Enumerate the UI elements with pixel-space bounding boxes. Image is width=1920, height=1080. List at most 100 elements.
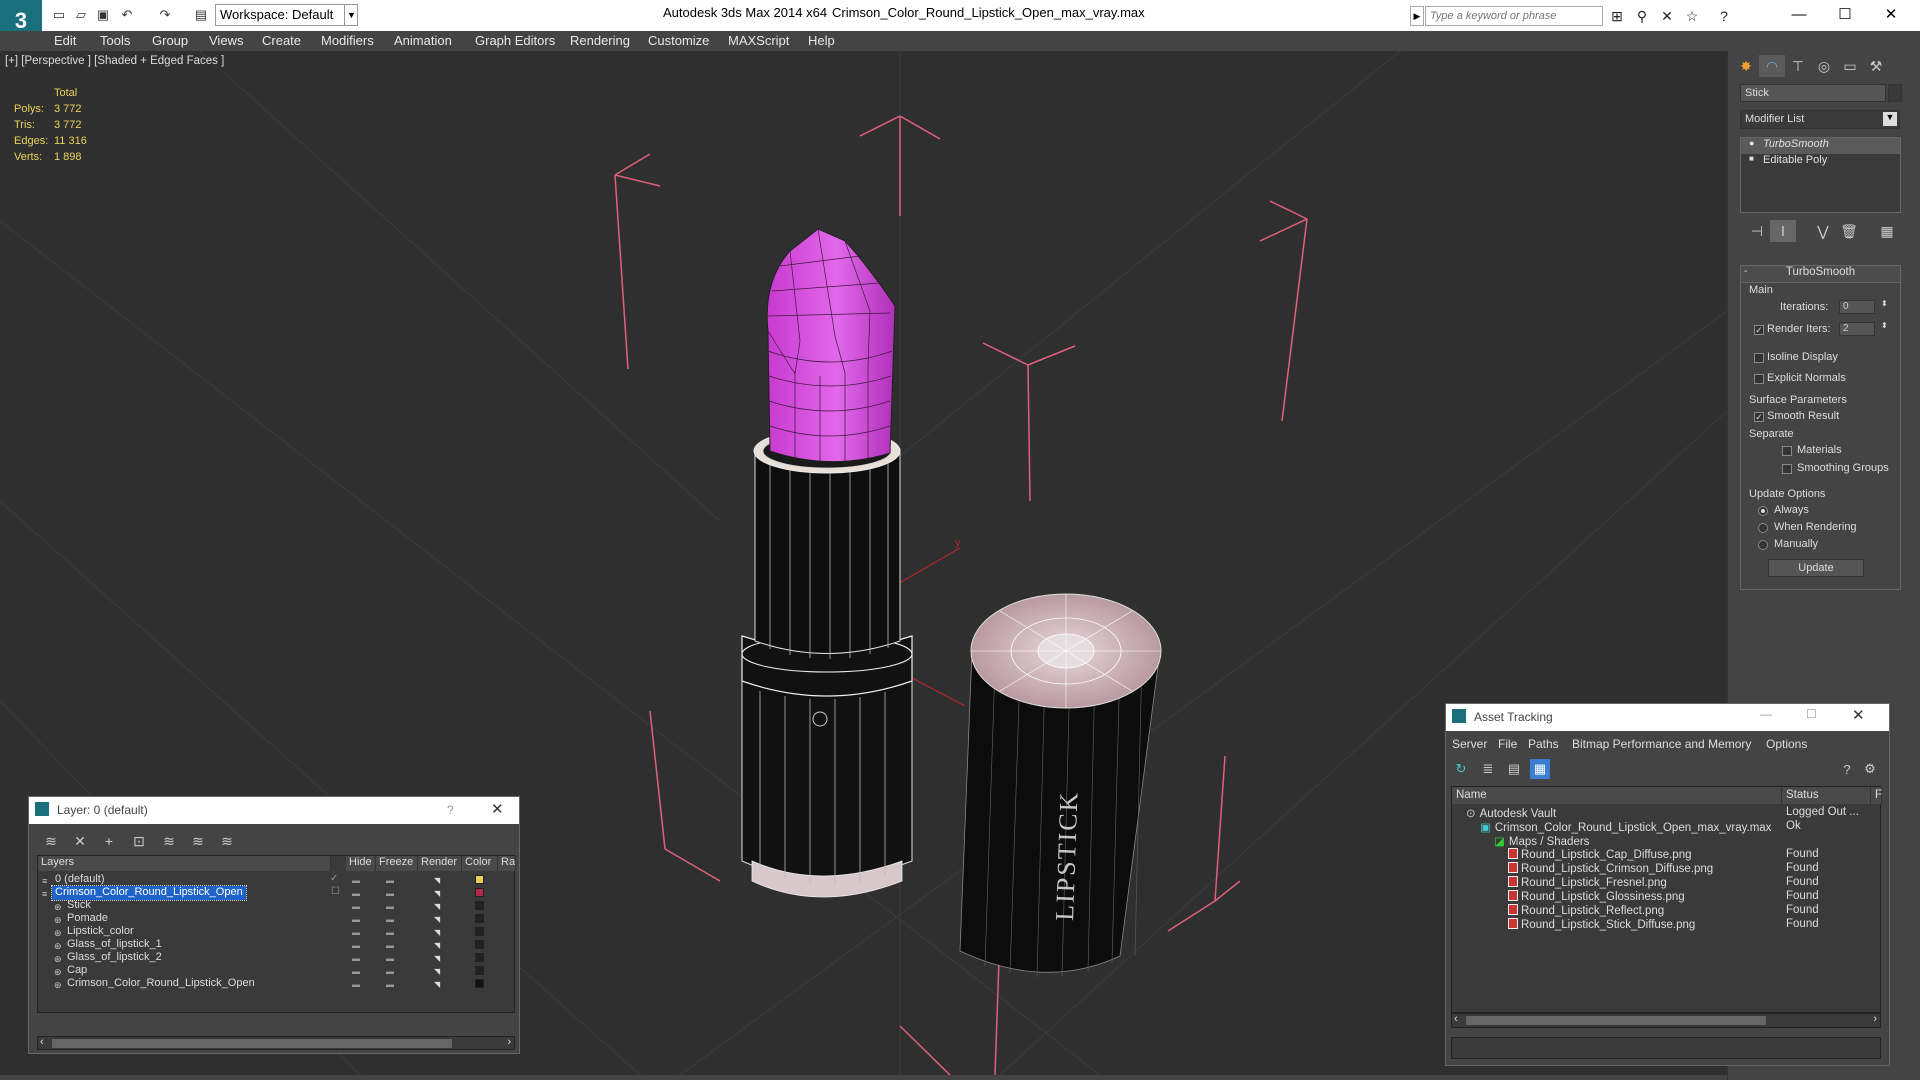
stack-item-turbosmooth[interactable]: ● TurboSmooth — [1741, 138, 1900, 154]
materials-checkbox[interactable] — [1782, 446, 1792, 456]
delete-layer-icon[interactable]: ✕ — [70, 831, 90, 851]
menu-graph-editors[interactable]: Graph Editors — [475, 33, 555, 48]
column-hide[interactable]: Hide — [346, 856, 376, 871]
create-tab-icon[interactable]: ✸ — [1733, 55, 1759, 77]
freeze-toggle-icon[interactable]: ▬ — [386, 941, 394, 950]
when-rendering-radio[interactable] — [1758, 523, 1768, 533]
hide-toggle-icon[interactable]: ▬ — [352, 915, 360, 924]
asset-row[interactable]: Round_Lipstick_Stick_Diffuse.png Found — [1452, 917, 1882, 934]
communication-icon[interactable]: ✕ — [1657, 6, 1677, 26]
hide-toggle-icon[interactable]: ▬ — [352, 941, 360, 950]
rollout-collapse-icon[interactable]: - — [1744, 266, 1747, 277]
layer-color-swatch[interactable] — [475, 888, 484, 897]
render-toggle-icon[interactable]: ◥ — [434, 902, 440, 911]
freeze-toggle-icon[interactable]: ▬ — [386, 954, 394, 963]
layer-list[interactable]: Layers Hide Freeze Render Color Ra ≡ 0 (d… — [37, 855, 516, 1013]
modifier-stack[interactable]: ● TurboSmooth ■ Editable Poly — [1740, 137, 1901, 213]
menu-file[interactable]: File — [1498, 737, 1517, 751]
save-icon[interactable]: ▣ — [94, 6, 112, 24]
column-color[interactable]: Color — [462, 856, 498, 871]
scroll-thumb[interactable] — [1466, 1016, 1766, 1025]
hide-toggle-icon[interactable]: ▬ — [352, 889, 360, 898]
new-file-icon[interactable]: ▭ — [50, 6, 68, 24]
menu-help[interactable]: Help — [808, 33, 835, 48]
new-layer-icon[interactable]: ≋ — [41, 831, 61, 851]
workspace-dropdown[interactable]: Workspace: Default — [215, 4, 358, 26]
lipstick-pomade[interactable] — [766, 228, 896, 466]
stack-item-editable-poly[interactable]: ■ Editable Poly — [1741, 154, 1900, 170]
layer-color-swatch[interactable] — [475, 940, 484, 949]
utilities-tab-icon[interactable]: ⚒ — [1863, 55, 1889, 77]
tree-view-icon[interactable]: ▤ — [1504, 759, 1524, 779]
chevron-down-icon[interactable]: ▼ — [1883, 112, 1897, 126]
render-toggle-icon[interactable]: ◥ — [434, 889, 440, 898]
current-layer-box-icon[interactable]: ☐ — [331, 886, 340, 897]
asset-list[interactable]: Name Status F ⊙ Autodesk Vault Logged Out … — [1451, 786, 1882, 1013]
spinner-arrows-icon[interactable]: ⬍ — [1881, 321, 1888, 330]
render-toggle-icon[interactable]: ◥ — [434, 928, 440, 937]
freeze-toggle-icon[interactable]: ▬ — [386, 889, 394, 898]
favorites-star-icon[interactable]: ☆ — [1682, 6, 1702, 26]
hide-all-layers-icon[interactable]: ≋ — [188, 831, 208, 851]
minimize-icon[interactable]: — — [1760, 707, 1772, 721]
motion-tab-icon[interactable]: ◎ — [1811, 55, 1837, 77]
hide-toggle-icon[interactable]: ▬ — [352, 876, 360, 885]
layer-color-swatch[interactable] — [475, 875, 484, 884]
menu-animation[interactable]: Animation — [394, 33, 452, 48]
render-iters-checkbox[interactable]: ✓ — [1754, 325, 1764, 335]
asset-path-field[interactable] — [1451, 1037, 1881, 1059]
hide-toggle-icon[interactable]: ▬ — [352, 967, 360, 976]
scroll-right-icon[interactable]: › — [507, 1036, 511, 1048]
layer-color-swatch[interactable] — [475, 953, 484, 962]
freeze-toggle-icon[interactable]: ▬ — [386, 928, 394, 937]
column-render[interactable]: Render — [418, 856, 462, 871]
list-view-icon[interactable]: ≣ — [1478, 759, 1498, 779]
menu-tools[interactable]: Tools — [100, 33, 130, 48]
configure-sets-icon[interactable]: ▦ — [1874, 220, 1900, 242]
freeze-toggle-icon[interactable]: ▬ — [386, 980, 394, 989]
viewport-label[interactable]: [+] [Perspective ] [Shaded + Edged Faces… — [5, 55, 224, 67]
menu-create[interactable]: Create — [262, 33, 301, 48]
search-input[interactable] — [1425, 6, 1603, 26]
column-layers[interactable]: Layers — [38, 856, 331, 871]
make-unique-icon[interactable]: ⋁ — [1810, 220, 1836, 242]
pin-stack-icon[interactable]: ⊣ — [1744, 220, 1770, 242]
highlight-layer-icon[interactable]: ≋ — [159, 831, 179, 851]
maximize-icon[interactable]: ☐ — [1822, 0, 1868, 28]
manually-radio[interactable] — [1758, 540, 1768, 550]
close-icon[interactable]: ✕ — [1852, 706, 1865, 724]
column-status[interactable]: Status — [1782, 787, 1871, 804]
expand-icon[interactable]: ■ — [1749, 154, 1754, 163]
always-radio[interactable] — [1758, 506, 1768, 516]
menu-options[interactable]: Options — [1766, 737, 1807, 751]
minimize-icon[interactable]: — — [1776, 0, 1822, 28]
binoculars-icon[interactable]: ⊞ — [1607, 6, 1627, 26]
scroll-thumb[interactable] — [52, 1039, 452, 1048]
object-name-field[interactable]: Stick — [1740, 84, 1886, 102]
undo-icon[interactable]: ↶ — [118, 6, 136, 24]
chevron-down-icon[interactable]: ▼ — [344, 4, 358, 26]
layer-color-swatch[interactable] — [475, 914, 484, 923]
asset-dialog-titlebar[interactable]: Asset Tracking — ☐ ✕ — [1446, 704, 1889, 731]
add-to-layer-icon[interactable]: + — [99, 831, 119, 851]
lipstick-cap[interactable]: LIPSTICK — [959, 593, 1162, 978]
close-icon[interactable]: ✕ — [1868, 0, 1914, 28]
refresh-icon[interactable]: ↻ — [1451, 759, 1471, 779]
freeze-all-layers-icon[interactable]: ≋ — [217, 831, 237, 851]
hierarchy-tab-icon[interactable]: ⊤ — [1785, 55, 1811, 77]
menu-modifiers[interactable]: Modifiers — [321, 33, 374, 48]
layer-color-swatch[interactable] — [475, 927, 484, 936]
menu-paths[interactable]: Paths — [1528, 737, 1559, 751]
redo-icon[interactable]: ↷ — [156, 6, 174, 24]
render-toggle-icon[interactable]: ◥ — [434, 876, 440, 885]
update-button[interactable]: Update — [1768, 559, 1864, 577]
iterations-spinner[interactable]: 0 — [1839, 300, 1875, 314]
current-layer-check-icon[interactable]: ✓ — [330, 873, 338, 884]
layer-row[interactable]: ⊛ Crimson_Color_Round_Lipstick_Open ▬ ▬ ◥ — [38, 976, 516, 992]
render-iters-spinner[interactable]: 2 — [1839, 322, 1875, 336]
column-freeze[interactable]: Freeze — [376, 856, 418, 871]
menu-maxscript[interactable]: MAXScript — [728, 33, 789, 48]
scroll-left-icon[interactable]: ‹ — [1454, 1013, 1458, 1025]
layer-color-swatch[interactable] — [475, 966, 484, 975]
layer-dialog-titlebar[interactable]: Layer: 0 (default) ? ✕ — [29, 797, 519, 824]
